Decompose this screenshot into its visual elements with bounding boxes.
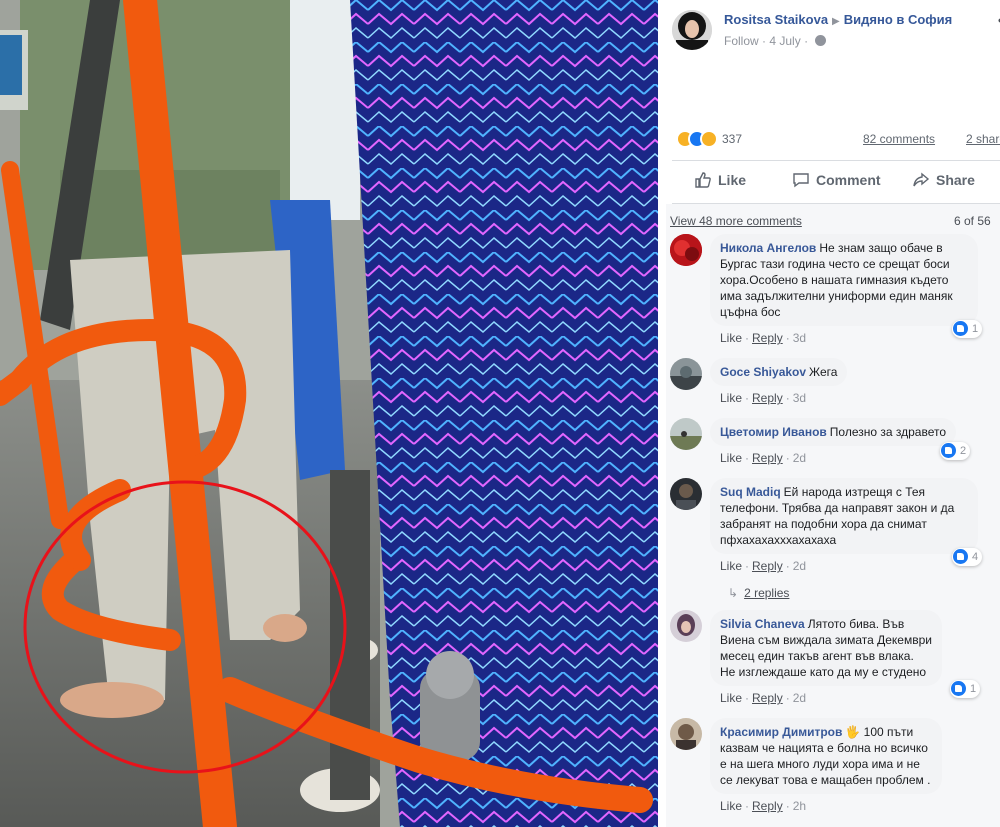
comment-like-link[interactable]: Like [720, 391, 742, 405]
comment-like-link[interactable]: Like [720, 799, 742, 813]
comment-reaction-count: 1 [972, 323, 979, 335]
like-icon [941, 443, 956, 458]
commenter-avatar-image [670, 418, 702, 450]
comment-bubble: Suq Madiq Ей народа изтрещя с Тея телефон… [710, 478, 978, 554]
comment-time[interactable]: 3d [793, 391, 806, 405]
comment-actions: Like · Reply · 2h [720, 799, 807, 813]
comments-page-count: 6 of 56 [954, 214, 991, 228]
replies-count: 2 replies [744, 586, 790, 600]
commenter-name-link[interactable]: Silvia Chaneva [720, 617, 805, 631]
comment-actions: Like · Reply · 2d [720, 451, 807, 465]
comment-button[interactable]: Comment [792, 171, 881, 189]
commenter-avatar-image [670, 478, 702, 510]
comment-reply-link[interactable]: Reply [752, 331, 783, 345]
comment-icon [793, 173, 809, 188]
reply-arrow-icon: ↳ [728, 586, 739, 600]
view-replies-link[interactable]: ↳ 2 replies [728, 586, 789, 600]
comment-reply-link[interactable]: Reply [752, 451, 783, 465]
bus-interior-image [0, 0, 658, 827]
comment-reaction-badge[interactable]: 1 [952, 320, 983, 338]
comment-actions: Like · Reply · 3d [720, 391, 807, 405]
commenter-name-link[interactable]: Цветомир Иванов [720, 425, 827, 439]
comment-reply-link[interactable]: Reply [752, 691, 783, 705]
comment-text: Жега [809, 365, 838, 379]
comments-count-link[interactable]: 82 comments [863, 132, 935, 146]
comment-time[interactable]: 2d [793, 691, 806, 705]
comment-reaction-count: 4 [972, 551, 979, 563]
comment-reply-link[interactable]: Reply [752, 799, 783, 813]
commenter-name-link[interactable]: Goce Shiyakov [720, 365, 806, 379]
comment-actions: Like · Reply · 2d [720, 691, 807, 705]
commenter-avatar-image [670, 358, 702, 390]
author-name-link[interactable]: Rositsa Staikova [724, 12, 828, 27]
comment-like-link[interactable]: Like [720, 691, 742, 705]
reactions-summary: 337 82 comments 2 shares [676, 128, 1000, 150]
commenter-name-link[interactable]: Suq Madiq [720, 485, 781, 499]
comment-text: Полезно за здравето [829, 425, 947, 439]
comment-reaction-count: 2 [960, 445, 967, 457]
post-header: Rositsa Staikova▶Видяно в София ••• Foll… [672, 8, 1000, 50]
commenter-avatar[interactable] [670, 418, 702, 450]
commenter-avatar[interactable] [670, 358, 702, 390]
comment-bubble: Silvia Chaneva Лятото бива. Във Виена съм… [710, 610, 942, 686]
comment-time[interactable]: 2d [793, 451, 806, 465]
comment-reply-link[interactable]: Reply [752, 559, 783, 573]
commenter-avatar[interactable] [670, 478, 702, 510]
comment-time[interactable]: 2h [793, 799, 806, 813]
meta-separator-2: · [804, 34, 809, 48]
comment-actions: Like · Reply · 3d [720, 331, 807, 345]
post-meta: Follow · 4 July · [724, 34, 827, 48]
commenter-name-link[interactable]: Никола Ангелов [720, 241, 816, 255]
commenter-avatar-image [670, 610, 702, 642]
comment-bubble: Goce Shiyakov Жега [710, 358, 848, 386]
comment-reaction-badge[interactable]: 1 [950, 680, 981, 698]
follow-link[interactable]: Follow [724, 34, 759, 48]
commenter-avatar[interactable] [670, 610, 702, 642]
commenter-avatar-image [670, 718, 702, 750]
arrow-right-icon: ▶ [832, 16, 840, 27]
thumbs-up-icon [695, 172, 711, 188]
like-icon [953, 321, 968, 336]
commenter-name-link[interactable]: Красимир Димитров [720, 725, 842, 739]
like-button-label: Like [718, 172, 747, 188]
commenter-avatar[interactable] [670, 234, 702, 266]
comment-actions: Like · Reply · 2d [720, 559, 807, 573]
author-line: Rositsa Staikova ▶ Видяно в София [724, 12, 952, 27]
wow-icon[interactable] [700, 130, 718, 148]
commenter-avatar[interactable] [670, 718, 702, 750]
comment-time[interactable]: 3d [793, 331, 806, 345]
comment-bubble: Красимир Димитров 🖐 100 пъти казвам че на… [710, 718, 942, 794]
comment-like-link[interactable]: Like [720, 451, 742, 465]
comment-reply-link[interactable]: Reply [752, 391, 783, 405]
comment-reaction-count: 1 [970, 683, 977, 695]
share-button[interactable]: Share [912, 171, 975, 189]
comment-button-label: Comment [816, 172, 881, 188]
comments-section: View 48 more comments 6 of 56 Никола Анг… [666, 204, 1000, 827]
like-button[interactable]: Like [694, 171, 746, 189]
comment-bubble: Никола Ангелов Не знам защо обаче в Бурга… [710, 234, 978, 326]
meta-separator: · [762, 34, 767, 48]
like-icon [951, 681, 966, 696]
comment-bubble: Цветомир Иванов Полезно за здравето [710, 418, 957, 446]
comment-reaction-badge[interactable]: 2 [940, 442, 971, 460]
commenter-avatar-image [670, 234, 702, 266]
group-name-link[interactable]: Видяно в София [844, 12, 953, 27]
shares-count-link[interactable]: 2 shares [966, 132, 1000, 146]
author-avatar[interactable] [672, 10, 712, 50]
author-avatar-image [672, 10, 712, 50]
post-side-panel: Rositsa Staikova▶Видяно в София ••• Foll… [658, 0, 1000, 827]
view-more-comments-link[interactable]: View 48 more comments [670, 214, 802, 228]
globe-icon [815, 35, 827, 46]
post-date[interactable]: 4 July [769, 34, 800, 48]
post-action-bar: Like Comment Share [672, 160, 1000, 204]
reaction-count[interactable]: 337 [722, 132, 742, 146]
comment-like-link[interactable]: Like [720, 331, 742, 345]
comment-time[interactable]: 2d [793, 559, 806, 573]
comment-like-link[interactable]: Like [720, 559, 742, 573]
like-icon [953, 549, 968, 564]
comment-reaction-badge[interactable]: 4 [952, 548, 983, 566]
post-photo[interactable] [0, 0, 658, 827]
share-button-label: Share [936, 172, 975, 188]
share-icon [913, 172, 930, 187]
